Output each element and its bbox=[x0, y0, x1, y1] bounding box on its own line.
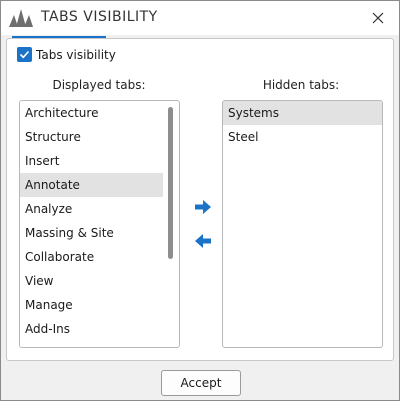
scrollbar-thumb[interactable] bbox=[168, 107, 173, 259]
title-bar: TABS VISIBILITY bbox=[1, 1, 399, 35]
settings-panel: Tabs visibility Displayed tabs: Hidden t… bbox=[6, 38, 394, 361]
list-item[interactable]: Architecture bbox=[20, 101, 163, 125]
app-logo-icon bbox=[9, 9, 33, 27]
list-item[interactable]: Steel bbox=[223, 125, 382, 149]
close-icon bbox=[372, 12, 384, 24]
displayed-tabs-label: Displayed tabs: bbox=[52, 78, 146, 92]
list-item[interactable]: Manage bbox=[20, 293, 163, 317]
list-item[interactable]: Collaborate bbox=[20, 245, 163, 269]
list-item[interactable]: Systems bbox=[223, 101, 382, 125]
scrollbar[interactable] bbox=[163, 101, 179, 347]
list-item[interactable]: Structure bbox=[20, 125, 163, 149]
arrow-left-icon bbox=[195, 234, 211, 248]
list-item[interactable]: Add-Ins bbox=[20, 317, 163, 341]
checkbox-checked-icon[interactable] bbox=[17, 47, 32, 62]
move-to-hidden-button[interactable] bbox=[193, 199, 213, 215]
move-to-displayed-button[interactable] bbox=[193, 233, 213, 249]
list-item[interactable]: Insert bbox=[20, 149, 163, 173]
list-item[interactable]: Analyze bbox=[20, 197, 163, 221]
tabs-visibility-dialog: TABS VISIBILITY Tabs visibility Displaye… bbox=[0, 0, 400, 401]
accept-button[interactable]: Accept bbox=[161, 370, 241, 396]
list-item[interactable]: Annotate bbox=[20, 173, 163, 197]
dialog-title: TABS VISIBILITY bbox=[41, 9, 158, 25]
tabs-visibility-label: Tabs visibility bbox=[36, 47, 116, 62]
list-item[interactable]: View bbox=[20, 269, 163, 293]
hidden-tabs-label: Hidden tabs: bbox=[262, 78, 340, 92]
hidden-tabs-list[interactable]: Systems Steel bbox=[222, 100, 383, 348]
list-item[interactable]: Massing & Site bbox=[20, 221, 163, 245]
close-button[interactable] bbox=[365, 5, 391, 31]
tabs-visibility-checkbox[interactable]: Tabs visibility bbox=[17, 47, 116, 62]
displayed-tabs-list[interactable]: Architecture Structure Insert Annotate A… bbox=[19, 100, 180, 348]
arrow-right-icon bbox=[195, 200, 211, 214]
